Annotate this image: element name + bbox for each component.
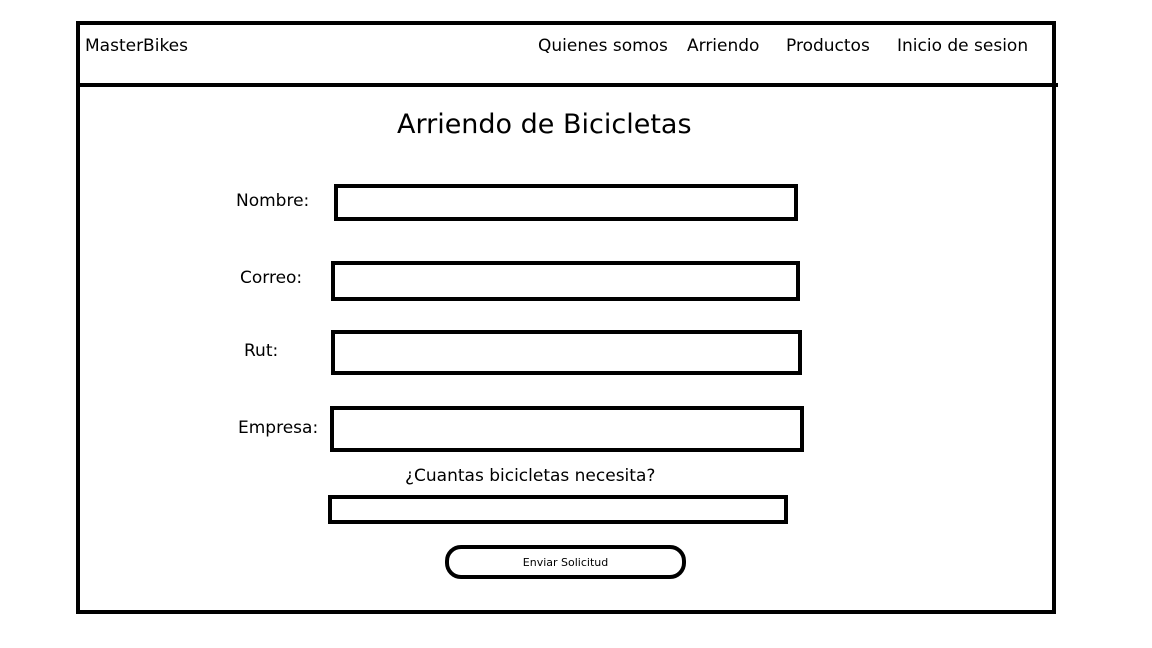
brand-logo-text[interactable]: MasterBikes — [85, 36, 188, 56]
correo-input[interactable] — [331, 261, 800, 301]
nombre-input[interactable] — [334, 184, 798, 221]
nav-link-inicio-de-sesion[interactable]: Inicio de sesion — [897, 36, 1028, 56]
nombre-label: Nombre: — [236, 191, 310, 211]
nav-link-quienes-somos[interactable]: Quienes somos — [538, 36, 668, 56]
rut-input[interactable] — [331, 330, 802, 375]
cantidad-input[interactable] — [328, 495, 788, 524]
nav-link-arriendo[interactable]: Arriendo — [687, 36, 759, 56]
header-divider — [76, 83, 1058, 87]
empresa-label: Empresa: — [238, 418, 319, 438]
cantidad-question-label: ¿Cuantas bicicletas necesita? — [405, 466, 656, 486]
nav-link-productos[interactable]: Productos — [786, 36, 870, 56]
rut-label: Rut: — [244, 341, 279, 361]
correo-label: Correo: — [240, 268, 303, 288]
page-title: Arriendo de Bicicletas — [397, 109, 692, 140]
empresa-input[interactable] — [330, 406, 804, 452]
enviar-solicitud-button[interactable]: Enviar Solicitud — [445, 545, 686, 579]
